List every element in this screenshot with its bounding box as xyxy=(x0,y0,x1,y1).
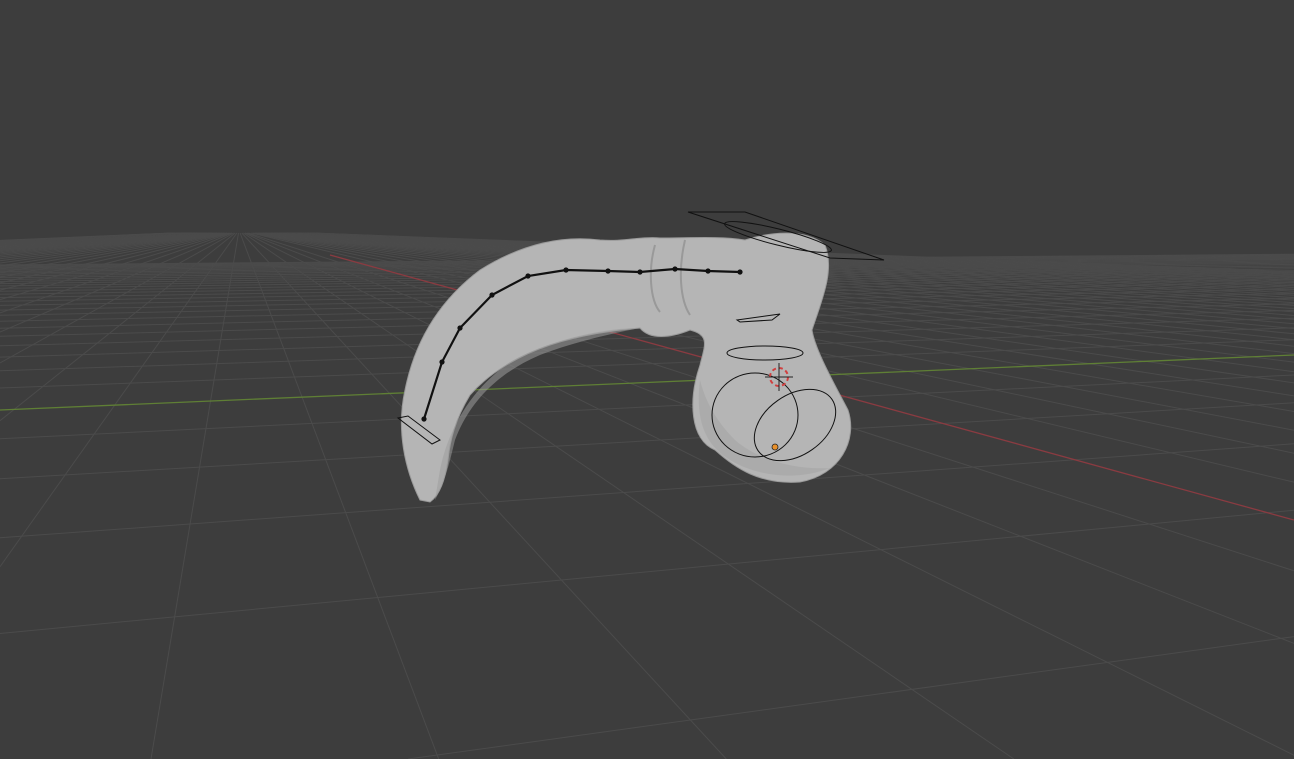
grid-line-x xyxy=(408,636,1294,759)
3d-viewport[interactable] xyxy=(0,0,1294,759)
grid-line-y xyxy=(239,232,440,759)
grid-line-x xyxy=(0,402,1294,480)
object-origin-icon[interactable] xyxy=(771,443,779,451)
curve-control-point[interactable] xyxy=(672,266,678,272)
curve-control-point[interactable] xyxy=(563,267,569,273)
curve-control-point[interactable] xyxy=(605,268,611,274)
grid-line-y xyxy=(0,232,236,422)
curve-control-point[interactable] xyxy=(457,325,463,331)
grid-line-x xyxy=(0,374,1294,440)
curve-control-point[interactable] xyxy=(489,292,495,298)
curve-control-point[interactable] xyxy=(737,269,743,275)
curve-control-point[interactable] xyxy=(525,273,531,279)
y-axis-line xyxy=(0,354,1294,411)
curve-control-point[interactable] xyxy=(421,416,427,422)
curve-control-point[interactable] xyxy=(439,359,445,365)
curve-control-point[interactable] xyxy=(705,268,711,274)
curve-control-point[interactable] xyxy=(637,269,643,275)
grid-line-x xyxy=(0,443,1294,539)
grid-line-x xyxy=(0,509,1294,634)
viewport-canvas[interactable] xyxy=(0,0,1294,759)
